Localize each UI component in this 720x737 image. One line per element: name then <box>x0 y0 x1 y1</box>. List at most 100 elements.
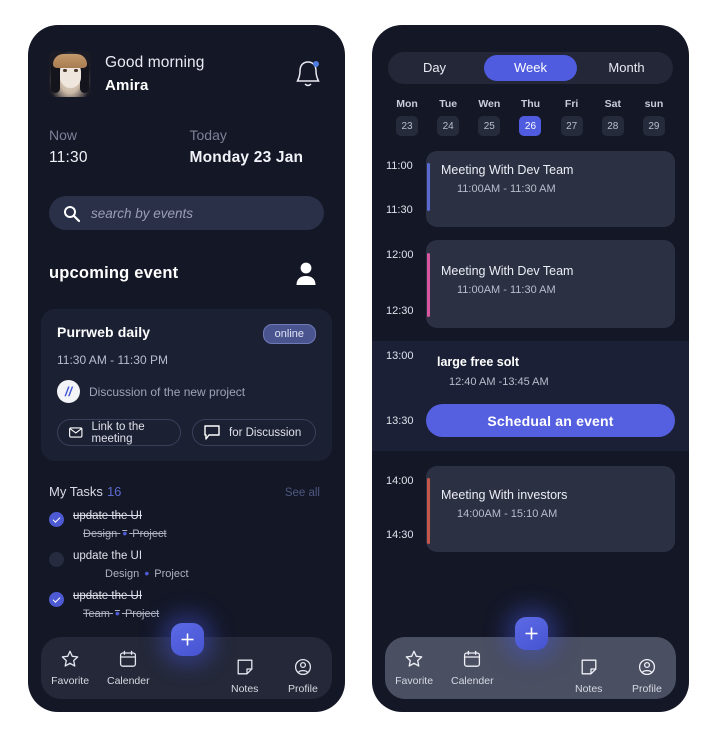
task-meta: Team • Project <box>73 605 320 621</box>
avatar[interactable] <box>49 51 91 97</box>
event-title: Meeting With investors <box>441 488 568 502</box>
event-title: Meeting With Dev Team <box>441 264 574 278</box>
add-button[interactable] <box>514 617 548 650</box>
schedule-event-button[interactable]: Schedual an event <box>426 404 675 437</box>
slot-end-time: 11:30 <box>386 204 413 216</box>
meeting-link-button[interactable]: Link to the meeting <box>57 419 181 446</box>
purrweb-logo-icon: // <box>57 380 80 403</box>
event-time: 11:30 AM - 11:30 PM <box>57 353 168 367</box>
slot-start-time: 14:00 <box>386 475 414 487</box>
nav-item-notes[interactable]: Notes <box>560 642 618 695</box>
nav-label: Notes <box>574 682 603 695</box>
page-title: upcoming event <box>49 263 179 282</box>
agenda-list: 11:00 11:30 Meeting With Dev Team 11:00A… <box>372 151 689 552</box>
day-number: 27 <box>560 116 583 136</box>
nav-item-profile[interactable]: Profile <box>274 642 332 695</box>
event-block[interactable]: Meeting With investors 14:00AM - 15:10 A… <box>426 466 675 552</box>
event-time: 11:00AM - 11:30 AM <box>457 284 556 296</box>
day-number: 23 <box>396 116 418 136</box>
event-block[interactable]: Meeting With Dev Team 11:00AM - 11:30 AM <box>426 151 675 227</box>
today-value: Monday 23 Jan <box>189 149 304 166</box>
see-all-link[interactable]: See all <box>285 487 320 499</box>
time-column: 12:00 12:30 <box>382 240 426 328</box>
task-item[interactable]: update the UI Design • Project <box>49 510 320 541</box>
slot-end-time: 14:30 <box>386 529 414 541</box>
task-group: Design <box>105 568 140 580</box>
my-tasks-section: My Tasks 16 See all update the UI Design … <box>28 461 345 621</box>
task-project: Project <box>124 608 160 620</box>
screenshot-stage: Good morning Amira Now 11:30 Today Monda… <box>0 0 720 737</box>
person-icon[interactable] <box>292 259 320 287</box>
free-slot-time: 12:40 AM -13:45 AM <box>449 376 549 388</box>
phone-home-screen: Good morning Amira Now 11:30 Today Monda… <box>28 25 345 712</box>
day-cell[interactable]: Sat 28 <box>601 98 624 136</box>
nav-item-profile[interactable]: Profile <box>618 642 676 695</box>
agenda-slot: 14:00 14:30 Meeting With investors 14:00… <box>372 466 689 552</box>
search-input[interactable]: search by events <box>49 196 324 230</box>
nav-item-favorite[interactable]: Favorite <box>385 650 443 687</box>
tab-month[interactable]: Month <box>580 55 673 81</box>
day-cell[interactable]: Wen 25 <box>478 98 501 136</box>
nav-label: Profile <box>288 682 318 695</box>
profile-icon <box>638 658 655 675</box>
day-cell[interactable]: Mon 23 <box>396 98 418 136</box>
discussion-button[interactable]: for Discussion <box>192 419 316 446</box>
now-label: Now <box>49 127 78 143</box>
event-title: Purrweb daily <box>57 324 151 340</box>
event-time: 14:00AM - 15:10 AM <box>457 508 558 520</box>
note-icon <box>581 659 597 674</box>
tab-week[interactable]: Week <box>484 55 577 81</box>
time-summary: Now 11:30 Today Monday 23 Jan <box>28 97 345 167</box>
upcoming-event-card[interactable]: Purrweb daily online 11:30 AM - 11:30 PM… <box>41 309 332 461</box>
note-icon <box>237 659 253 674</box>
task-checkbox[interactable] <box>49 552 64 567</box>
task-checkbox[interactable] <box>49 592 64 607</box>
event-time: 11:00AM - 11:30 AM <box>457 183 556 195</box>
task-name: update the UI <box>73 550 143 562</box>
day-number: 29 <box>642 116 665 136</box>
day-cell-selected[interactable]: Thu 26 <box>519 98 542 136</box>
bullet-icon: • <box>114 605 120 621</box>
slot-start-time: 12:00 <box>386 249 414 261</box>
notification-bell-icon[interactable] <box>293 57 323 91</box>
day-name: Fri <box>564 98 579 110</box>
nav-item-calender[interactable]: Calender <box>443 650 501 687</box>
now-value: 11:30 <box>49 149 88 166</box>
nav-item-favorite[interactable]: Favorite <box>41 650 99 687</box>
nav-item-notes[interactable]: Notes <box>216 642 274 695</box>
task-group: Design <box>83 528 118 540</box>
tab-day[interactable]: Day <box>388 55 481 81</box>
view-switcher: Day Week Month <box>388 52 673 84</box>
day-name: Mon <box>396 98 418 110</box>
add-button[interactable] <box>170 623 204 656</box>
day-cell[interactable]: sun 29 <box>642 98 665 136</box>
free-slot-end-time: 13:30 <box>386 414 414 427</box>
mail-icon <box>69 427 83 438</box>
plus-icon <box>181 633 193 646</box>
task-name: update the UI <box>73 590 143 602</box>
day-name: Sat <box>604 98 621 110</box>
task-name: update the UI <box>73 510 143 522</box>
nav-item-calender[interactable]: Calender <box>99 650 157 687</box>
discussion-label: for Discussion <box>229 426 302 439</box>
day-cell[interactable]: Tue 24 <box>437 98 460 136</box>
task-item[interactable]: update the UI Design • Project <box>49 550 320 581</box>
nav-label: Profile <box>632 682 662 695</box>
profile-icon <box>294 658 311 675</box>
event-title: Meeting With Dev Team <box>441 163 574 177</box>
task-checkbox[interactable] <box>49 512 64 527</box>
day-number: 25 <box>478 116 501 136</box>
day-cell[interactable]: Fri 27 <box>560 98 583 136</box>
task-project: Project <box>154 568 189 580</box>
task-meta: Design • Project <box>73 565 320 581</box>
task-item[interactable]: update the UI Team • Project <box>49 590 320 621</box>
home-header: Good morning Amira <box>28 25 345 97</box>
task-group: Team <box>83 608 110 620</box>
day-number: 26 <box>519 116 542 136</box>
event-block[interactable]: Meeting With Dev Team 11:00AM - 11:30 AM <box>426 240 675 328</box>
nav-label: Notes <box>230 682 259 695</box>
calendar-icon <box>120 650 137 667</box>
upcoming-event-header: upcoming event <box>28 230 345 287</box>
meeting-link-label: Link to the meeting <box>91 420 145 445</box>
task-meta: Design • Project <box>73 525 320 541</box>
